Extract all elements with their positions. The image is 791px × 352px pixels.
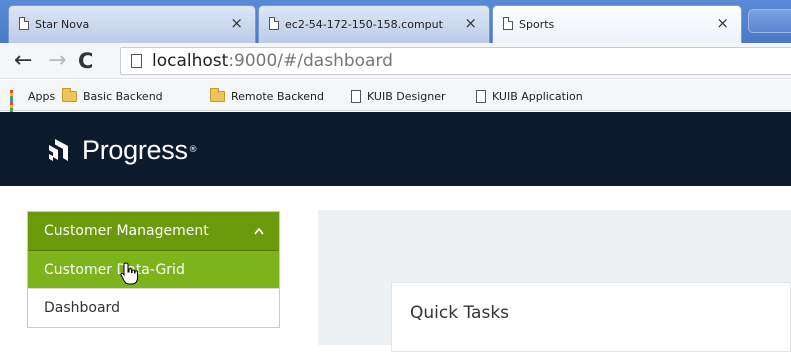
sidebar-item-label: Customer Data-Grid bbox=[44, 261, 185, 278]
page-icon bbox=[503, 17, 513, 30]
hand-cursor-icon bbox=[120, 262, 138, 285]
bookmark-kuib-application[interactable]: KUIB Application bbox=[476, 87, 583, 105]
browser-tab-star-nova[interactable]: Star Nova × bbox=[8, 5, 256, 43]
chevron-up-icon bbox=[253, 221, 265, 245]
tab-title: Sports bbox=[519, 18, 555, 31]
bookmark-apps[interactable]: Apps bbox=[10, 87, 56, 117]
quick-tasks-card: Quick Tasks bbox=[391, 282, 791, 352]
bookmark-label: Apps bbox=[28, 89, 56, 103]
bookmark-label: KUIB Designer bbox=[367, 89, 446, 103]
sidebar-item-customer-data-grid[interactable]: Customer Data-Grid bbox=[28, 251, 279, 289]
page-icon bbox=[476, 89, 486, 103]
sidebar-item-label: Dashboard bbox=[44, 300, 120, 316]
progress-logo[interactable]: Progress ® bbox=[46, 135, 198, 165]
url-text[interactable]: localhost:9000/#/dashboard bbox=[152, 51, 393, 71]
bookmark-remote-backend[interactable]: Remote Backend bbox=[210, 87, 324, 105]
browser-toolbar: ← → C localhost:9000/#/dashboard bbox=[0, 43, 791, 79]
bookmark-label: Basic Backend bbox=[83, 89, 163, 103]
browser-tab-ec2[interactable]: ec2-54-172-150-158.comput × bbox=[258, 5, 490, 43]
page-icon bbox=[131, 54, 142, 68]
bookmark-kuib-designer[interactable]: KUIB Designer bbox=[351, 87, 446, 105]
tab-close-icon[interactable]: × bbox=[716, 15, 729, 31]
page-icon bbox=[351, 89, 361, 103]
sidebar-panelbar: Customer Management Customer Data-Grid D… bbox=[27, 211, 280, 328]
page-icon bbox=[269, 17, 279, 30]
bookmark-label: Remote Backend bbox=[231, 89, 324, 103]
folder-icon bbox=[210, 87, 225, 102]
tab-close-icon[interactable]: × bbox=[230, 15, 243, 31]
new-tab-button[interactable] bbox=[748, 9, 791, 33]
page-content: Customer Management Customer Data-Grid D… bbox=[0, 186, 791, 352]
tab-close-icon[interactable]: × bbox=[464, 15, 477, 31]
browser-tab-sports[interactable]: Sports × bbox=[492, 5, 742, 43]
bookmark-basic-backend[interactable]: Basic Backend bbox=[62, 87, 163, 105]
quick-tasks-title: Quick Tasks bbox=[410, 303, 510, 323]
progress-logo-icon bbox=[49, 139, 68, 161]
registered-mark: ® bbox=[188, 145, 198, 155]
panelbar-header-customer-management[interactable]: Customer Management bbox=[28, 212, 279, 251]
apps-icon bbox=[10, 90, 22, 117]
page-icon bbox=[19, 17, 29, 30]
bookmark-label: KUIB Application bbox=[492, 89, 583, 103]
bookmarks-bar: Apps Basic Backend Remote Backend KUIB D… bbox=[0, 80, 791, 117]
panelbar-header-label: Customer Management bbox=[44, 223, 209, 239]
tab-title: Star Nova bbox=[35, 18, 90, 31]
tab-strip: Star Nova × ec2-54-172-150-158.comput × … bbox=[0, 0, 791, 43]
forward-arrow-icon[interactable]: → bbox=[48, 48, 66, 74]
address-bar[interactable]: localhost:9000/#/dashboard bbox=[120, 47, 791, 75]
app-header: Progress ® bbox=[0, 112, 791, 186]
logo-text: Progress bbox=[82, 134, 188, 165]
sidebar-item-dashboard[interactable]: Dashboard bbox=[28, 289, 279, 327]
back-arrow-icon[interactable]: ← bbox=[14, 48, 32, 74]
reload-icon[interactable]: C bbox=[78, 48, 93, 74]
url-host: localhost bbox=[152, 51, 229, 71]
tab-title: ec2-54-172-150-158.comput bbox=[285, 18, 443, 31]
url-path: :9000/#/dashboard bbox=[228, 51, 393, 71]
folder-icon bbox=[62, 87, 77, 102]
